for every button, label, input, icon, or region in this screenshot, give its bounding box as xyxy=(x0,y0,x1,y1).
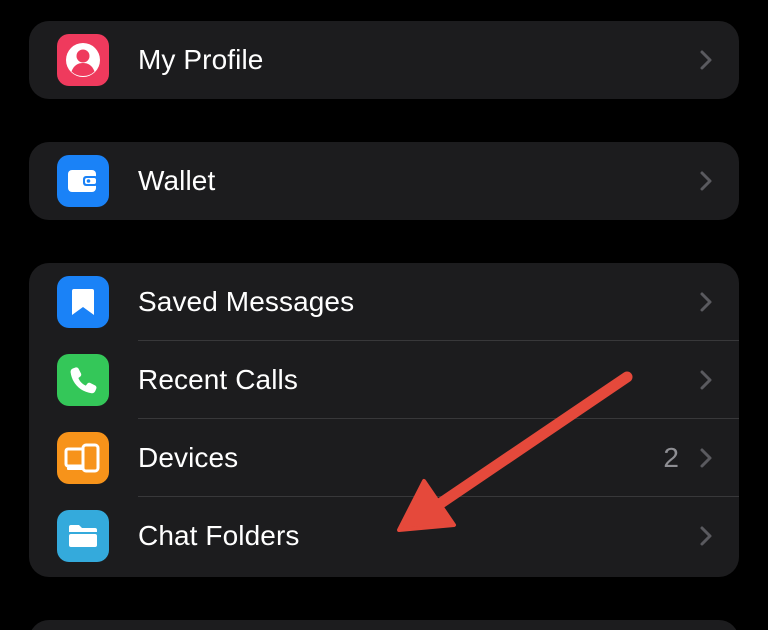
chevron-right-icon xyxy=(700,526,712,546)
recent-calls-label: Recent Calls xyxy=(138,364,298,395)
wallet-row[interactable]: Wallet xyxy=(29,142,739,220)
folder-icon xyxy=(57,510,109,562)
person-circle-icon xyxy=(57,34,109,86)
chevron-right-icon xyxy=(700,171,712,191)
bookmark-icon xyxy=(57,276,109,328)
saved-messages-label: Saved Messages xyxy=(138,286,355,317)
recent-calls-row[interactable]: Recent Calls xyxy=(29,341,739,419)
devices-row[interactable]: Devices 2 xyxy=(29,419,739,497)
chat-folders-label: Chat Folders xyxy=(138,520,300,551)
wallet-label: Wallet xyxy=(138,165,216,196)
chevron-right-icon xyxy=(700,292,712,312)
devices-count: 2 xyxy=(663,442,679,473)
chat-folders-row[interactable]: Chat Folders xyxy=(29,497,739,575)
my-profile-label: My Profile xyxy=(138,44,264,75)
wallet-group: Wallet xyxy=(29,142,739,220)
my-profile-row[interactable]: My Profile xyxy=(29,21,739,99)
settings-screen: My Profile Wallet Saved Messages Recent … xyxy=(0,0,768,630)
profile-group: My Profile xyxy=(29,21,739,99)
chevron-right-icon xyxy=(700,50,712,70)
devices-label: Devices xyxy=(138,442,239,473)
chevron-right-icon xyxy=(700,448,712,468)
phone-icon xyxy=(57,354,109,406)
next-settings-group xyxy=(29,620,739,630)
wallet-icon xyxy=(57,155,109,207)
main-settings-group: Saved Messages Recent Calls Devices 2 Ch… xyxy=(29,263,739,577)
chevron-right-icon xyxy=(700,370,712,390)
devices-icon xyxy=(57,432,109,484)
saved-messages-row[interactable]: Saved Messages xyxy=(29,263,739,341)
